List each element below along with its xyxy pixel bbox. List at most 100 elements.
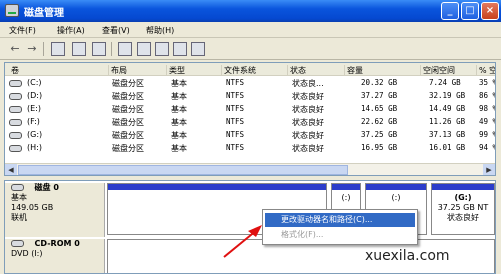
- refresh-icon[interactable]: [118, 42, 132, 56]
- partition-g[interactable]: (G:) 37.25 GB NT 状态良好: [431, 183, 495, 235]
- volume-name: (C:): [27, 78, 42, 87]
- close-button[interactable]: ×: [481, 2, 499, 20]
- menu-help[interactable]: 帮助(H): [146, 25, 174, 36]
- volume-type: 基本: [171, 105, 187, 114]
- drive-icon: [9, 145, 22, 152]
- volume-free-space: 37.13 GB: [429, 130, 466, 139]
- column-volume[interactable]: 卷: [9, 65, 109, 76]
- search-icon[interactable]: [173, 42, 187, 56]
- volume-capacity: 22.62 GB: [361, 117, 398, 126]
- menu-action[interactable]: 操作(A): [57, 25, 85, 36]
- volume-free-space: 14.49 GB: [429, 104, 466, 113]
- list-view-icon[interactable]: [92, 42, 106, 56]
- volume-capacity: 16.95 GB: [361, 143, 398, 152]
- properties-icon[interactable]: [72, 42, 86, 56]
- volume-filesystem: NTFS: [226, 117, 245, 126]
- volume-type: 基本: [171, 131, 187, 140]
- volume-status: 状态良好: [292, 131, 324, 140]
- column-type[interactable]: 类型: [167, 65, 222, 76]
- hard-disk-icon: [11, 184, 24, 191]
- disk-size: 149.05 GB: [11, 203, 54, 212]
- partition-status: 状态良好: [447, 213, 479, 222]
- drive-icon: [9, 119, 22, 126]
- volume-status: 状态良好: [292, 92, 324, 101]
- console-tree-icon[interactable]: [51, 42, 65, 56]
- volume-layout: 磁盘分区: [112, 131, 144, 140]
- red-pointer-arrow: [223, 225, 262, 258]
- change-drive-letter-menu-item[interactable]: 更改驱动器名和路径(C)...: [265, 213, 415, 227]
- disk-management-icon: [5, 4, 19, 17]
- toolbar: ← →: [0, 38, 501, 60]
- volume-name: (E:): [27, 104, 41, 113]
- volume-status: 状态良好: [292, 144, 324, 153]
- volume-list: 卷 布局 类型 文件系统 状态 容量 空闲空间 % 空 (C:) 磁盘分区 基本…: [4, 62, 496, 176]
- drive-icon: [9, 106, 22, 113]
- cdrom-0-info[interactable]: CD-ROM 0 DVD (I:): [5, 239, 105, 273]
- column-layout[interactable]: 布局: [109, 65, 167, 76]
- column-percent-free[interactable]: % 空: [477, 65, 495, 76]
- cdrom-icon: [11, 240, 24, 247]
- volume-free-space: 11.26 GB: [429, 117, 466, 126]
- volume-percent-free: 99 %: [479, 130, 496, 139]
- column-filesystem[interactable]: 文件系统: [222, 65, 288, 76]
- column-status[interactable]: 状态: [288, 65, 345, 76]
- context-menu: 更改驱动器名和路径(C)... 格式化(F)...: [262, 209, 418, 245]
- forward-icon[interactable]: →: [25, 42, 39, 56]
- volume-row[interactable]: (E:) 磁盘分区 基本 NTFS 状态良好 14.65 GB 14.49 GB…: [5, 103, 495, 115]
- disk-0-info[interactable]: 磁盘 0 基本 149.05 GB 联机: [5, 183, 105, 237]
- volume-percent-free: 35 %: [479, 78, 496, 87]
- volume-layout: 磁盘分区: [112, 92, 144, 101]
- volume-layout: 磁盘分区: [112, 118, 144, 127]
- window-title: 磁盘管理: [24, 8, 64, 19]
- drive-icon: [9, 80, 22, 87]
- volume-layout: 磁盘分区: [112, 79, 144, 88]
- volume-filesystem: NTFS: [226, 78, 245, 87]
- scrollbar-thumb[interactable]: [18, 165, 348, 175]
- help-topics-icon[interactable]: [155, 42, 169, 56]
- volume-type: 基本: [171, 118, 187, 127]
- volume-row[interactable]: (H:) 磁盘分区 基本 NTFS 状态良好 16.95 GB 16.01 GB…: [5, 142, 495, 154]
- menu-file[interactable]: 文件(F): [9, 25, 36, 36]
- volume-filesystem: NTFS: [226, 143, 245, 152]
- maximize-button[interactable]: □: [461, 2, 479, 20]
- scroll-left-icon[interactable]: ◀: [5, 164, 17, 175]
- volume-filesystem: NTFS: [226, 130, 245, 139]
- volume-status: 状态良好: [292, 118, 324, 127]
- disk-type: DVD (I:): [11, 249, 43, 258]
- volume-type: 基本: [171, 144, 187, 153]
- partition-bar: [366, 184, 426, 190]
- volume-percent-free: 94 %: [479, 143, 496, 152]
- volume-capacity: 37.27 GB: [361, 91, 398, 100]
- toolbar-separator: [43, 42, 44, 56]
- volume-percent-free: 49 %: [479, 117, 496, 126]
- volume-row[interactable]: (G:) 磁盘分区 基本 NTFS 状态良好 37.25 GB 37.13 GB…: [5, 129, 495, 141]
- watermark: xuexila.com: [365, 248, 450, 264]
- volume-layout: 磁盘分区: [112, 105, 144, 114]
- back-icon[interactable]: ←: [8, 42, 22, 56]
- drive-icon: [9, 93, 22, 100]
- volume-type: 基本: [171, 79, 187, 88]
- volume-row[interactable]: (C:) 磁盘分区 基本 NTFS 状态良... 20.32 GB 7.24 G…: [5, 77, 495, 89]
- volume-filesystem: NTFS: [226, 104, 245, 113]
- settings-icon[interactable]: [191, 42, 205, 56]
- open-folder-icon[interactable]: [137, 42, 151, 56]
- volume-row[interactable]: (F:) 磁盘分区 基本 NTFS 状态良好 22.62 GB 11.26 GB…: [5, 116, 495, 128]
- partition-label: (G:): [454, 193, 472, 202]
- menu-view[interactable]: 查看(V): [102, 25, 130, 36]
- volume-name: (G:): [27, 130, 43, 139]
- horizontal-scrollbar[interactable]: ◀ ▶: [5, 163, 495, 175]
- volume-capacity: 20.32 GB: [361, 78, 398, 87]
- volume-row[interactable]: (D:) 磁盘分区 基本 NTFS 状态良好 37.27 GB 32.19 GB…: [5, 90, 495, 102]
- partition-bar: [108, 184, 326, 190]
- volume-free-space: 32.19 GB: [429, 91, 466, 100]
- toolbar-separator: [111, 42, 112, 56]
- disk-name: 磁盘 0: [34, 183, 59, 192]
- minimize-button[interactable]: _: [441, 2, 459, 20]
- format-menu-item[interactable]: 格式化(F)...: [265, 228, 415, 242]
- volume-free-space: 7.24 GB: [429, 78, 461, 87]
- column-free-space[interactable]: 空闲空间: [421, 65, 477, 76]
- drive-icon: [9, 132, 22, 139]
- scroll-right-icon[interactable]: ▶: [483, 164, 495, 175]
- column-capacity[interactable]: 容量: [345, 65, 421, 76]
- partition-label: (:): [341, 193, 351, 202]
